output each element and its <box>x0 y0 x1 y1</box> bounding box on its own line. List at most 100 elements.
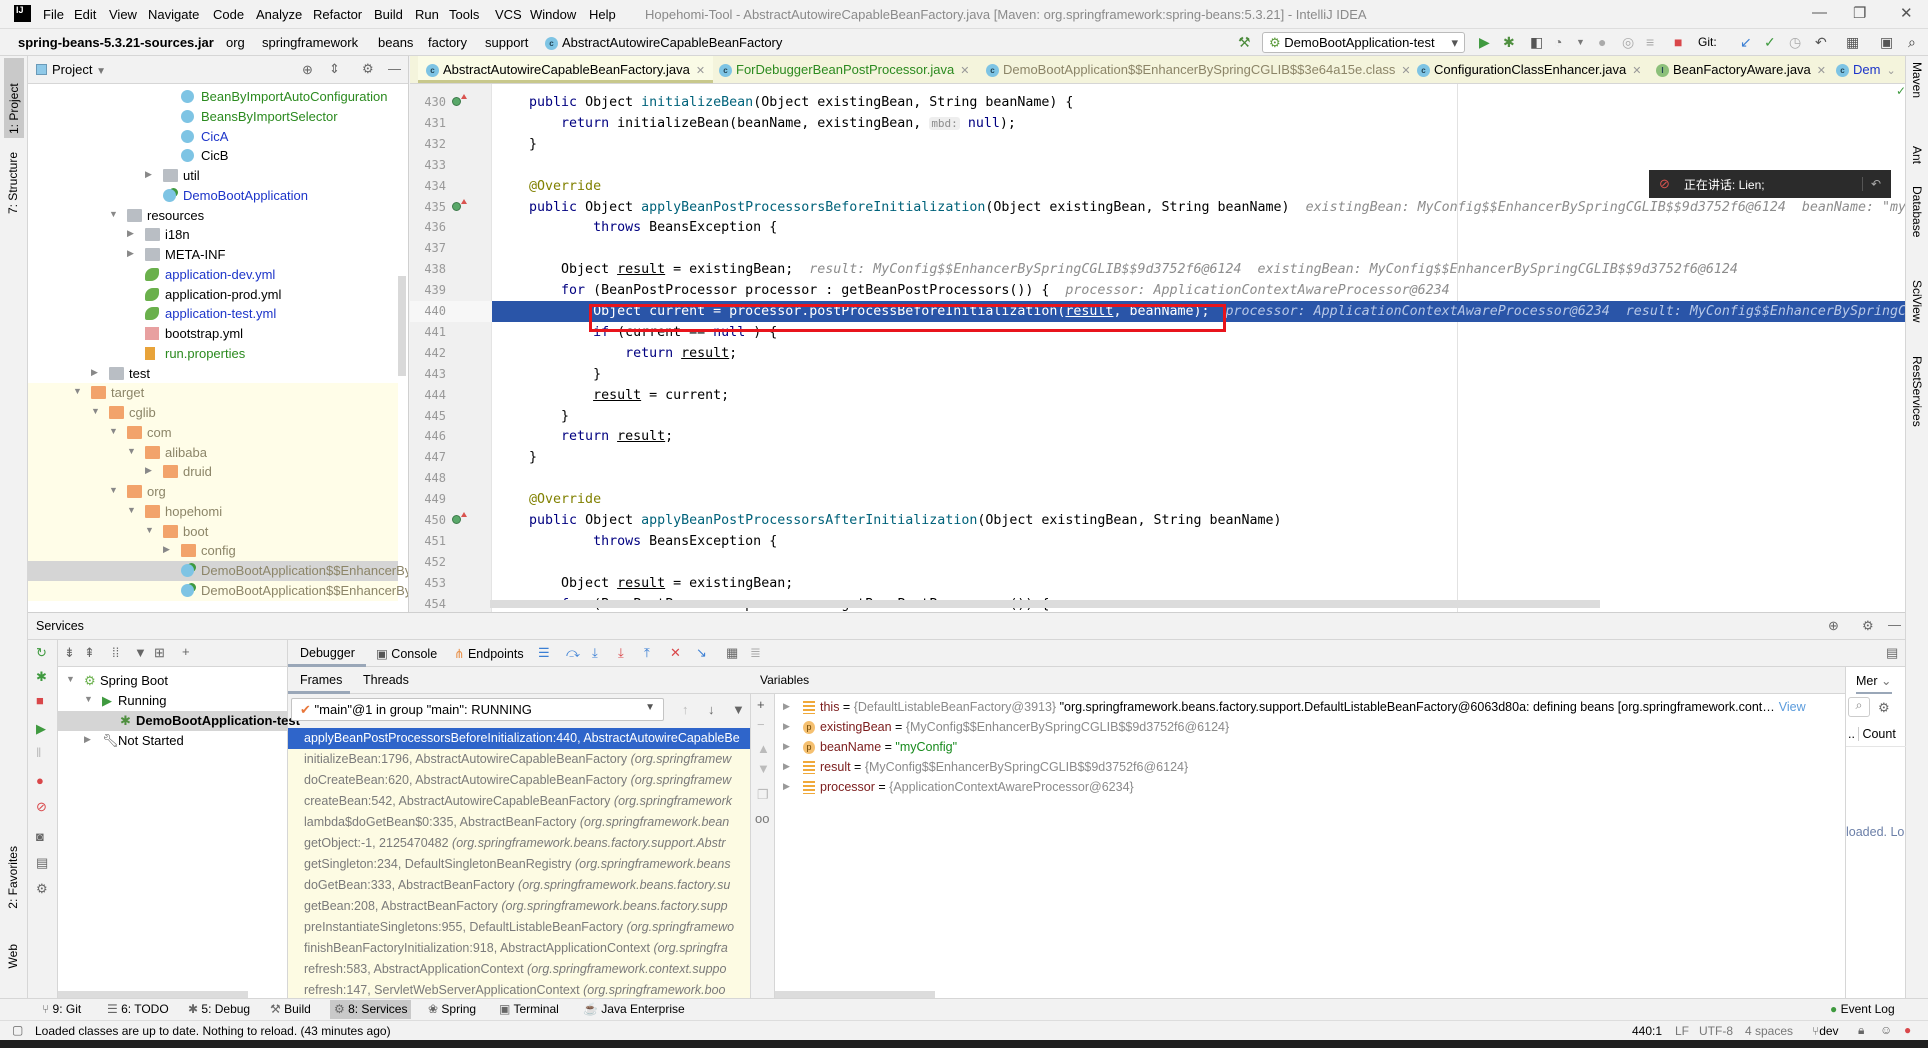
show-execution-point-icon[interactable]: ☰ <box>538 646 550 660</box>
collapsed-arrow-icon[interactable]: ▶ <box>163 544 170 555</box>
project-tree-item[interactable]: bootstrap.yml <box>28 324 398 344</box>
close-window-icon[interactable]: ✕ <box>1900 4 1913 22</box>
git-branch[interactable]: ⑂dev <box>1812 1024 1839 1038</box>
expanded-arrow-icon[interactable]: ▼ <box>109 485 118 495</box>
project-tree-item[interactable]: DemoBootApplication <box>28 186 398 206</box>
services-tree-item[interactable]: ✱ DemoBootApplication-test <box>58 711 300 731</box>
indent-setting[interactable]: 4 spaces <box>1745 1024 1793 1038</box>
project-tree-item[interactable]: run.properties <box>28 344 398 364</box>
step-out-icon[interactable]: ⤒ <box>644 646 650 660</box>
stop-icon[interactable]: ■ <box>1674 34 1682 50</box>
editor-tab[interactable]: c ConfigurationClassEnhancer.java ✕ <box>1409 56 1649 83</box>
variable-row[interactable]: ▶ p existingBean = {MyConfig$$EnhancerBySp… <box>775 718 1845 738</box>
line-number[interactable]: 454 <box>416 594 446 612</box>
structure-tool-tab[interactable]: 7: Structure <box>6 152 20 214</box>
line-number[interactable]: 439 <box>416 280 446 301</box>
restore-icon[interactable]: ❐ <box>1853 4 1866 22</box>
view-link[interactable]: View <box>1779 700 1806 714</box>
breadcrumb-beans[interactable]: beans <box>378 35 413 50</box>
close-tab-icon[interactable]: ✕ <box>1817 65 1826 77</box>
line-number[interactable]: 450 <box>416 510 446 531</box>
minimize-icon[interactable]: — <box>1812 4 1827 21</box>
expanded-arrow-icon[interactable]: ▼ <box>127 446 136 456</box>
tab-console[interactable]: ▣ Console <box>376 646 437 661</box>
tab-debugger[interactable]: Debugger <box>288 640 366 667</box>
add-service-icon[interactable]: + <box>182 645 190 659</box>
editor-tab[interactable]: c Dem ⌄ <box>1828 56 1904 83</box>
tool-window-build[interactable]: ⚒ Build <box>266 1002 315 1016</box>
expanded-arrow-icon[interactable]: ▼ <box>66 674 75 684</box>
breadcrumb-jar[interactable]: spring-beans-5.3.21-sources.jar <box>18 35 214 50</box>
trace-icon[interactable]: ≣ <box>750 646 761 660</box>
line-number[interactable]: 432 <box>416 134 446 155</box>
expand-all-icon[interactable]: ⇟ <box>64 646 75 660</box>
layout-icon[interactable]: ▤ <box>36 856 48 870</box>
coverage-icon[interactable]: ◧ <box>1530 34 1543 50</box>
sciview-tool-tab[interactable]: SciView <box>1910 280 1924 322</box>
ant-tool-tab[interactable]: Ant <box>1910 146 1924 164</box>
menu-code[interactable]: Code <box>213 7 244 22</box>
copy-icon[interactable]: ❐ <box>757 788 769 802</box>
project-tree-item[interactable]: BeansByImportSelector <box>28 107 398 127</box>
memory-tab[interactable]: Mer ⌄ <box>1856 673 1892 694</box>
code-editor[interactable]: 430 public Object initializeBean(Object … <box>410 84 1905 612</box>
memory-search-icon[interactable]: ⌕ <box>1848 697 1870 717</box>
editor-tab[interactable]: c DemoBootApplication$$EnhancerBySpringCG… <box>978 56 1419 83</box>
hide-services-icon[interactable]: — <box>1888 618 1901 632</box>
settings-icon[interactable]: ⚙ <box>36 882 48 896</box>
line-number[interactable]: 444 <box>416 385 446 406</box>
project-structure-icon[interactable]: ▦ <box>1846 34 1859 50</box>
expanded-arrow-icon[interactable]: ▼ <box>109 209 118 219</box>
tab-frames[interactable]: Frames <box>288 667 350 694</box>
project-tree-item[interactable]: application-dev.yml <box>28 265 398 285</box>
move-down-icon[interactable]: ▼ <box>757 762 770 776</box>
tool-window-spring[interactable]: ❀ Spring <box>424 1002 480 1016</box>
override-method-icon[interactable] <box>452 512 467 524</box>
editor-tab[interactable]: I BeanFactoryAware.java ✕ <box>1648 56 1834 83</box>
filter-icon[interactable]: ▼ <box>134 646 147 660</box>
stack-frame[interactable]: getObject:-1, 2125470482 (org.springfram… <box>288 833 750 854</box>
maven-tool-tab[interactable]: Maven <box>1910 62 1924 98</box>
collapsed-arrow-icon[interactable]: ▶ <box>84 734 91 745</box>
collapsed-arrow-icon[interactable]: ▶ <box>127 248 134 259</box>
git-history-icon[interactable]: ◷ <box>1789 34 1801 50</box>
line-number[interactable]: 448 <box>416 468 446 489</box>
favorites-tool-tab[interactable]: 2: Favorites <box>6 846 20 909</box>
expand-arrow-icon[interactable]: ▶ <box>783 781 790 792</box>
restservices-tool-tab[interactable]: RestServices <box>1910 356 1924 427</box>
line-number[interactable]: 445 <box>416 406 446 427</box>
line-number[interactable]: 435 <box>416 197 446 218</box>
line-number[interactable]: 451 <box>416 531 446 552</box>
collapse-all-icon[interactable]: ⇕ <box>329 62 340 76</box>
editor-tab[interactable]: c AbstractAutowireCapableBeanFactory.java… <box>418 56 714 83</box>
expand-arrow-icon[interactable]: ▶ <box>783 761 790 772</box>
tool-window-javaenterprise[interactable]: ☕ Java Enterprise <box>579 1002 689 1016</box>
breadcrumb-org[interactable]: org <box>226 35 245 50</box>
drop-frame-icon[interactable]: ✕ <box>670 646 681 660</box>
collapse-all-icon[interactable]: ⇞ <box>84 646 95 660</box>
line-number[interactable]: 430 <box>416 92 446 113</box>
menu-edit[interactable]: Edit <box>74 7 96 22</box>
line-number[interactable]: 449 <box>416 489 446 510</box>
expanded-arrow-icon[interactable]: ▼ <box>109 426 118 436</box>
editor-horizontal-scrollbar[interactable] <box>490 600 1600 608</box>
build-hammer-icon[interactable]: ⚒ <box>1238 34 1251 50</box>
remove-watch-icon[interactable]: − <box>757 718 765 732</box>
menu-view[interactable]: View <box>109 7 137 22</box>
menu-run[interactable]: Run <box>415 7 439 22</box>
profiler-icon[interactable]: ◔ <box>1554 34 1562 50</box>
menu-tools[interactable]: Tools <box>449 7 479 22</box>
menu-refactor[interactable]: Refactor <box>313 7 362 22</box>
menu-help[interactable]: Help <box>589 7 616 22</box>
step-over-icon[interactable]: ⤼ <box>566 646 580 660</box>
services-tree-item[interactable]: ▶ 🔧︎ Not Started <box>58 731 288 751</box>
variable-row[interactable]: ▶ p beanName = "myConfig" <box>775 738 1845 758</box>
project-tree-item[interactable]: ▶ i18n <box>28 225 398 245</box>
stack-frame[interactable]: getSingleton:234, DefaultSingletonBeanRe… <box>288 854 750 875</box>
project-tree-item[interactable]: BeanByImportAutoConfiguration <box>28 87 398 107</box>
collapsed-arrow-icon[interactable]: ▶ <box>127 228 134 239</box>
project-tree-item[interactable]: ▼ alibaba <box>28 442 398 463</box>
camera-icon[interactable]: ◙ <box>36 830 44 844</box>
line-number[interactable]: 443 <box>416 364 446 385</box>
pause-icon[interactable]: ‖ <box>36 746 41 760</box>
